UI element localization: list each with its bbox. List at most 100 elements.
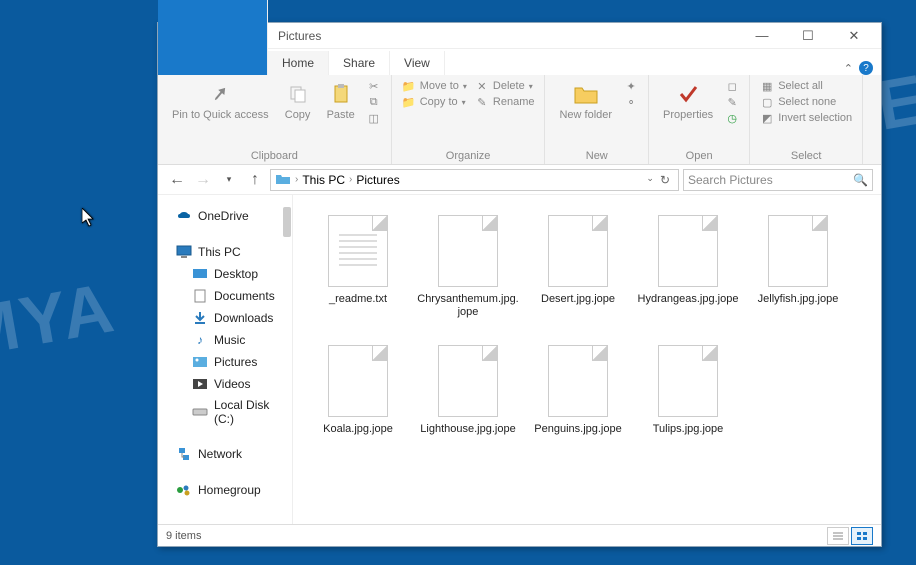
file-content[interactable]: _readme.txt Chrysanthemum.jpg.jopeDesert.…	[293, 195, 881, 524]
text-file-icon	[328, 215, 388, 287]
view-details-button[interactable]	[827, 527, 849, 545]
back-button[interactable]: ←	[166, 169, 188, 191]
status-count: 9 items	[166, 530, 201, 542]
copy-button[interactable]: Copy	[281, 79, 315, 123]
properties-button[interactable]: Properties	[659, 79, 717, 123]
moveto-icon: 📁	[402, 79, 416, 93]
file-icon	[438, 345, 498, 417]
maximize-button[interactable]: ☐	[785, 23, 831, 49]
file-name: Hydrangeas.jpg.jope	[638, 293, 739, 306]
nav-localdisk[interactable]: Local Disk (C:)	[158, 395, 292, 429]
organize-group-label: Organize	[402, 150, 535, 162]
copy-path-button[interactable]: ⧉	[367, 95, 381, 109]
rename-icon: ✎	[475, 95, 489, 109]
delete-button[interactable]: ✕Delete▾	[475, 79, 535, 93]
nav-thispc[interactable]: This PC	[158, 241, 292, 263]
help-icon[interactable]: ?	[859, 61, 873, 75]
tab-home[interactable]: Home	[268, 51, 329, 75]
file-item[interactable]: Chrysanthemum.jpg.jope	[413, 209, 523, 339]
edit-icon: ✎	[725, 95, 739, 109]
select-group-label: Select	[760, 150, 852, 162]
breadcrumb-pictures[interactable]: Pictures	[356, 173, 399, 187]
file-item[interactable]: Tulips.jpg.jope	[633, 339, 743, 469]
tab-file[interactable]: File	[158, 0, 268, 75]
file-icon	[768, 215, 828, 287]
nav-documents[interactable]: Documents	[158, 285, 292, 307]
moveto-button[interactable]: 📁Move to▾	[402, 79, 467, 93]
nav-music[interactable]: ♪ Music	[158, 329, 292, 351]
close-button[interactable]: ✕	[831, 23, 877, 49]
nav-pictures[interactable]: Pictures	[158, 351, 292, 373]
forward-button[interactable]: →	[192, 169, 214, 191]
navigation-pane: OneDrive This PC Desktop Documents Downl…	[158, 195, 293, 524]
breadcrumb[interactable]: › This PC › Pictures ⌄ ↻	[270, 169, 679, 191]
statusbar: 9 items	[158, 524, 881, 546]
file-item[interactable]: Penguins.jpg.jope	[523, 339, 633, 469]
newitem-button[interactable]: ✦	[624, 79, 638, 93]
nav-downloads[interactable]: Downloads	[158, 307, 292, 329]
selectnone-button[interactable]: ▢Select none	[760, 95, 852, 109]
recent-button[interactable]: ▾	[218, 169, 240, 191]
selectnone-icon: ▢	[760, 95, 774, 109]
file-name: Tulips.jpg.jope	[653, 423, 724, 436]
properties-icon	[675, 81, 701, 107]
videos-icon	[192, 376, 208, 392]
file-name: _readme.txt	[329, 293, 387, 306]
up-button[interactable]: ↑	[244, 169, 266, 191]
newitem-icon: ✦	[624, 79, 638, 93]
history-button[interactable]: ◷	[725, 111, 739, 125]
invertsel-button[interactable]: ◩Invert selection	[760, 111, 852, 125]
pictures-folder-icon	[275, 172, 291, 188]
paste-button[interactable]: Paste	[323, 79, 359, 123]
rename-button[interactable]: ✎Rename	[475, 95, 535, 109]
open-button[interactable]: ◻	[725, 79, 739, 93]
documents-icon	[192, 288, 208, 304]
file-item[interactable]: Koala.jpg.jope	[303, 339, 413, 469]
breadcrumb-thispc[interactable]: This PC	[302, 173, 345, 187]
minimize-button[interactable]: —	[739, 23, 785, 49]
file-name: Penguins.jpg.jope	[534, 423, 621, 436]
pictures-icon	[192, 354, 208, 370]
search-box[interactable]: Search Pictures 🔍	[683, 169, 873, 191]
paste-shortcut-button[interactable]: ◫	[367, 111, 381, 125]
new-group-label: New	[555, 150, 638, 162]
downloads-icon	[192, 310, 208, 326]
nav-desktop[interactable]: Desktop	[158, 263, 292, 285]
view-icons-button[interactable]	[851, 527, 873, 545]
homegroup-icon	[176, 482, 192, 498]
breadcrumb-dropdown-icon[interactable]: ⌄	[646, 173, 654, 187]
selectall-button[interactable]: ▦Select all	[760, 79, 852, 93]
cut-button[interactable]: ✂	[367, 79, 381, 93]
nav-onedrive[interactable]: OneDrive	[158, 205, 292, 227]
tab-share[interactable]: Share	[329, 51, 390, 75]
network-icon	[176, 446, 192, 462]
tab-view[interactable]: View	[390, 51, 445, 75]
nav-scrollbar[interactable]	[283, 207, 291, 237]
file-name: Koala.jpg.jope	[323, 423, 393, 436]
open-icon: ◻	[725, 79, 739, 93]
edit-button[interactable]: ✎	[725, 95, 739, 109]
file-item[interactable]: Desert.jpg.jope	[523, 209, 633, 339]
nav-homegroup[interactable]: Homegroup	[158, 479, 292, 501]
file-item[interactable]: _readme.txt	[303, 209, 413, 339]
easyaccess-icon: ⚬	[624, 95, 638, 109]
window-title: Pictures	[278, 29, 321, 43]
newfolder-button[interactable]: New folder	[555, 79, 616, 123]
copyto-button[interactable]: 📁Copy to▾	[402, 95, 467, 109]
nav-videos[interactable]: Videos	[158, 373, 292, 395]
copyto-icon: 📁	[402, 95, 416, 109]
file-icon	[658, 215, 718, 287]
paste-icon	[328, 81, 354, 107]
refresh-button[interactable]: ↻	[660, 173, 670, 187]
copy-icon	[285, 81, 311, 107]
file-item[interactable]: Hydrangeas.jpg.jope	[633, 209, 743, 339]
file-item[interactable]: Lighthouse.jpg.jope	[413, 339, 523, 469]
collapse-ribbon-icon[interactable]: ⌃	[844, 62, 853, 75]
easyaccess-button[interactable]: ⚬	[624, 95, 638, 109]
thispc-icon	[176, 244, 192, 260]
mouse-cursor	[82, 208, 96, 233]
pin-button[interactable]: Pin to Quick access	[168, 79, 273, 123]
nav-network[interactable]: Network	[158, 443, 292, 465]
file-item[interactable]: Jellyfish.jpg.jope	[743, 209, 853, 339]
explorer-window: ▾ Pictures — ☐ ✕ File Home Share View ⌃ …	[157, 22, 882, 547]
